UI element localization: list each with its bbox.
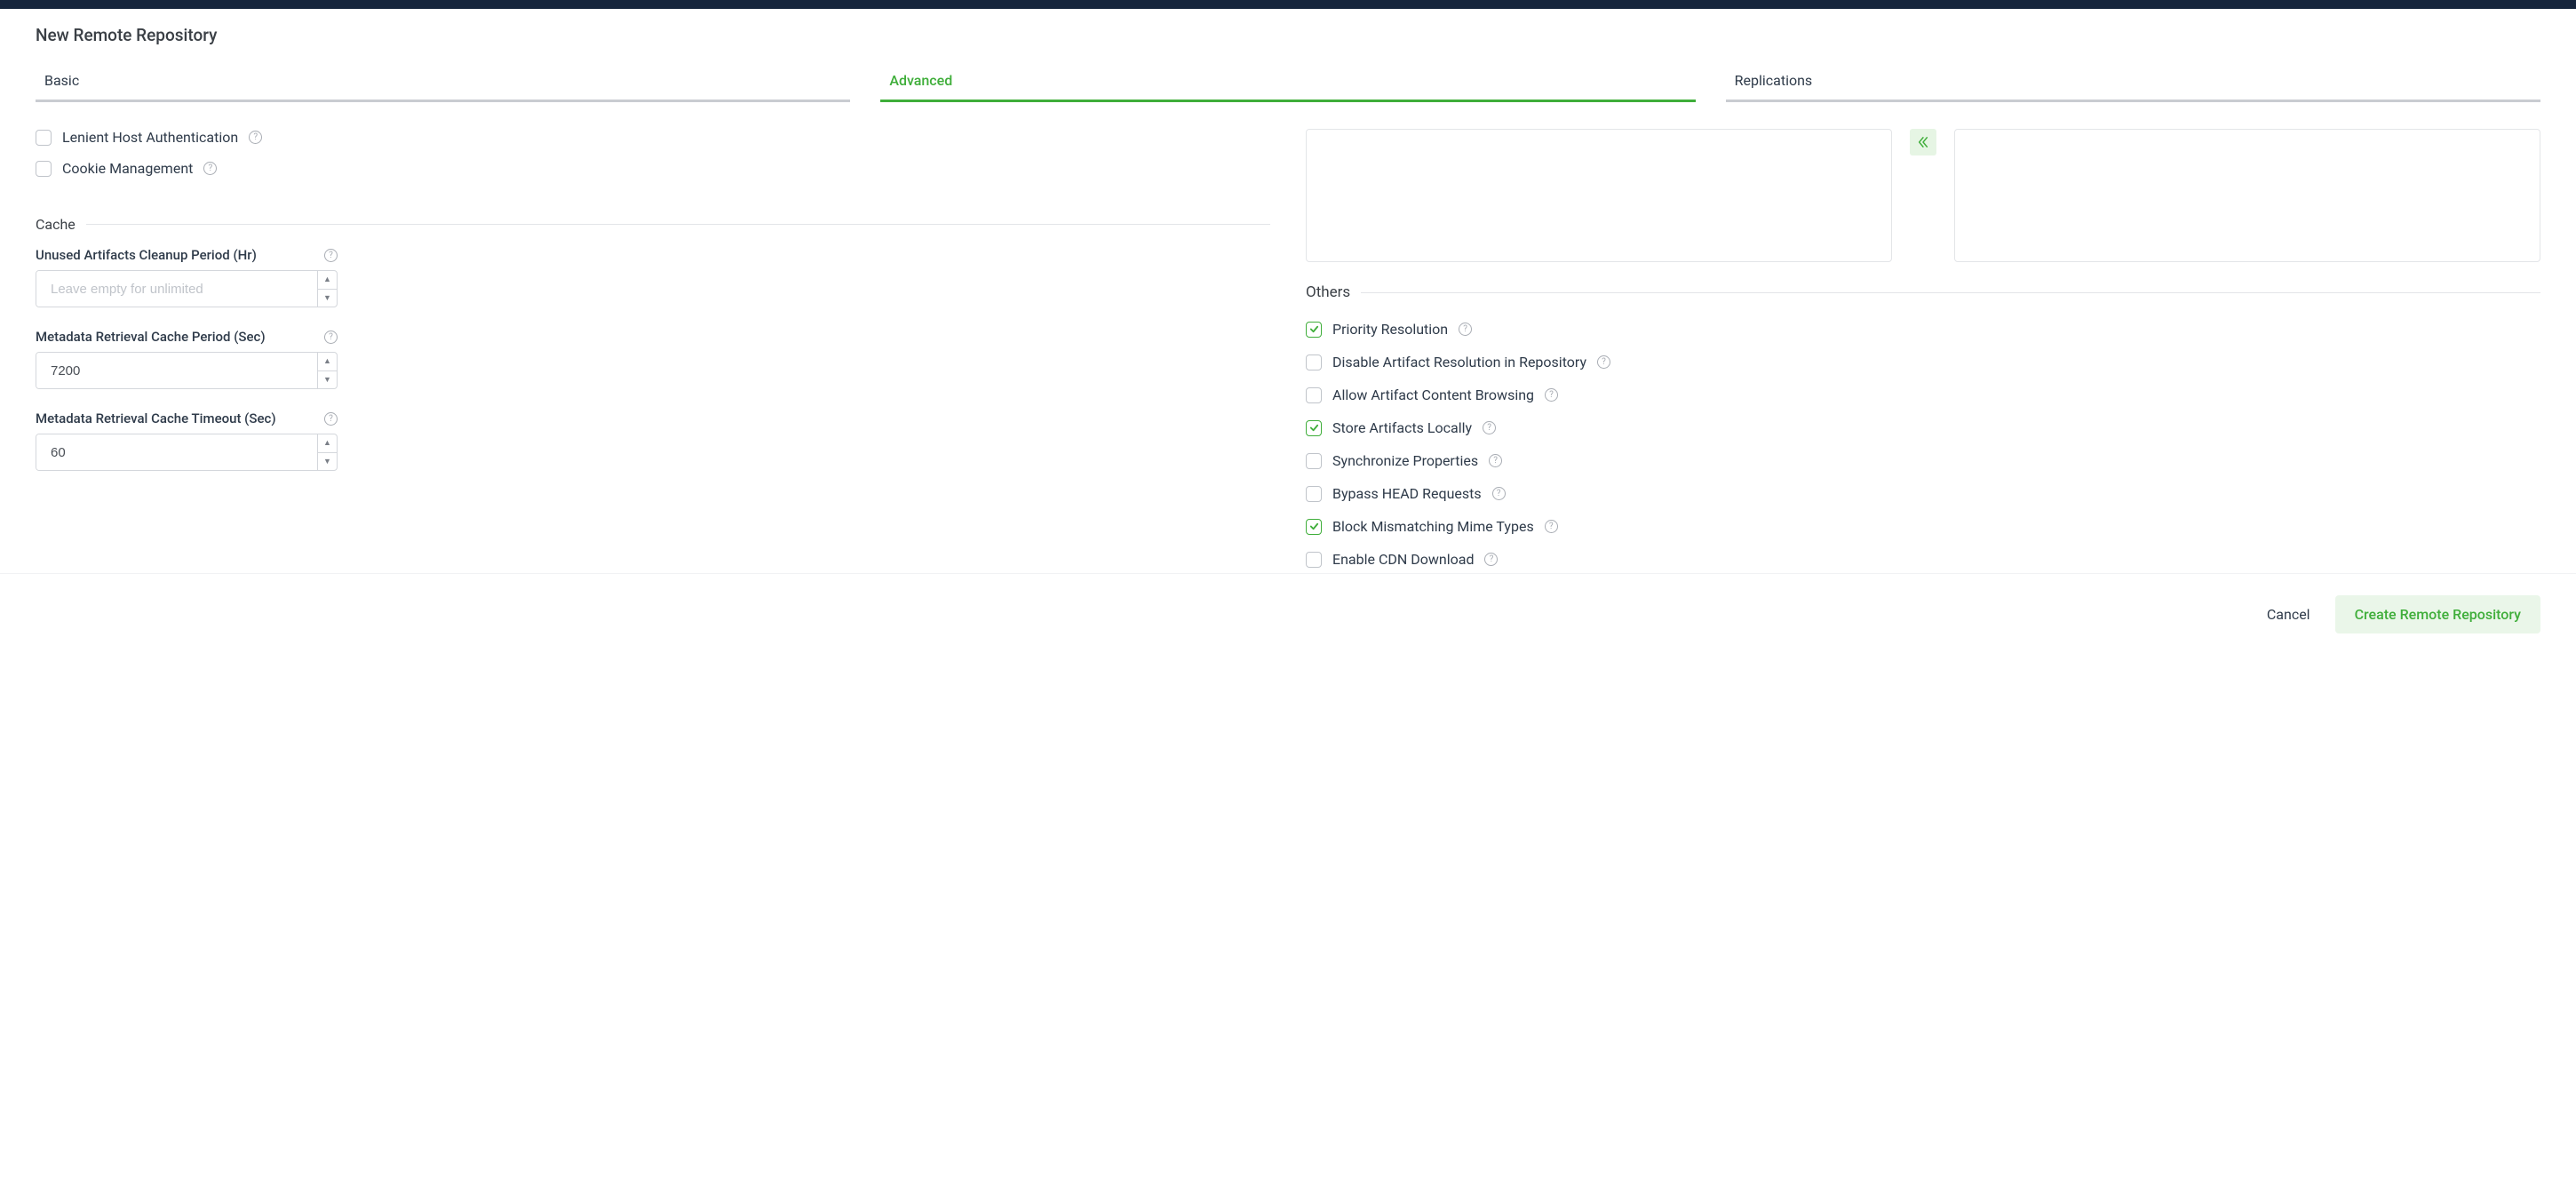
disable-resolution-checkbox[interactable] xyxy=(1306,355,1322,370)
help-icon[interactable]: ? xyxy=(1484,553,1498,566)
priority-resolution-checkbox[interactable] xyxy=(1306,322,1322,338)
help-icon[interactable]: ? xyxy=(1489,454,1502,467)
priority-resolution-label: Priority Resolution xyxy=(1332,321,1448,338)
help-icon[interactable]: ? xyxy=(1597,355,1610,369)
chevron-down-icon[interactable]: ▼ xyxy=(318,371,337,389)
cleanup-input[interactable] xyxy=(36,271,317,307)
tab-advanced[interactable]: Advanced xyxy=(880,65,1695,102)
transfer-left-button[interactable] xyxy=(1910,129,1936,155)
enable-cdn-label: Enable CDN Download xyxy=(1332,551,1474,568)
chevron-down-icon[interactable]: ▼ xyxy=(318,290,337,307)
meta-timeout-input[interactable] xyxy=(36,434,317,470)
block-mime-checkbox[interactable] xyxy=(1306,519,1322,535)
help-icon[interactable]: ? xyxy=(1483,421,1496,434)
allow-browsing-label: Allow Artifact Content Browsing xyxy=(1332,386,1534,403)
cache-section-title: Cache xyxy=(36,216,76,233)
divider xyxy=(86,224,1270,225)
page-title: New Remote Repository xyxy=(36,25,2540,45)
cleanup-label: Unused Artifacts Cleanup Period (Hr) xyxy=(36,247,257,263)
double-chevron-left-icon xyxy=(1917,136,1929,148)
chevron-up-icon[interactable]: ▲ xyxy=(318,271,337,290)
create-repository-button[interactable]: Create Remote Repository xyxy=(2335,595,2540,633)
store-local-checkbox[interactable] xyxy=(1306,420,1322,436)
meta-timeout-label: Metadata Retrieval Cache Timeout (Sec) xyxy=(36,410,276,426)
right-column: Others Priority Resolution ? Disable Art… xyxy=(1306,129,2540,573)
allow-browsing-checkbox[interactable] xyxy=(1306,387,1322,403)
cancel-button[interactable]: Cancel xyxy=(2267,606,2310,623)
available-listbox[interactable] xyxy=(1306,129,1892,262)
bypass-head-checkbox[interactable] xyxy=(1306,486,1322,502)
sync-props-checkbox[interactable] xyxy=(1306,453,1322,469)
divider xyxy=(1361,292,2540,293)
enable-cdn-checkbox[interactable] xyxy=(1306,552,1322,568)
lenient-host-label: Lenient Host Authentication xyxy=(62,129,238,146)
help-icon[interactable]: ? xyxy=(324,249,338,262)
help-icon[interactable]: ? xyxy=(249,131,262,144)
sync-props-label: Synchronize Properties xyxy=(1332,452,1478,469)
bypass-head-label: Bypass HEAD Requests xyxy=(1332,485,1482,502)
tab-replications[interactable]: Replications xyxy=(1726,65,2540,102)
chevron-up-icon[interactable]: ▲ xyxy=(318,434,337,453)
lenient-host-checkbox[interactable] xyxy=(36,130,52,146)
help-icon[interactable]: ? xyxy=(1459,323,1472,336)
cookie-mgmt-checkbox[interactable] xyxy=(36,161,52,177)
chevron-down-icon[interactable]: ▼ xyxy=(318,453,337,471)
chevron-up-icon[interactable]: ▲ xyxy=(318,353,337,371)
help-icon[interactable]: ? xyxy=(1545,388,1558,402)
cookie-mgmt-label: Cookie Management xyxy=(62,160,193,177)
tab-basic[interactable]: Basic xyxy=(36,65,850,102)
meta-period-label: Metadata Retrieval Cache Period (Sec) xyxy=(36,329,266,345)
help-icon[interactable]: ? xyxy=(324,331,338,344)
store-local-label: Store Artifacts Locally xyxy=(1332,419,1472,436)
left-column: Lenient Host Authentication ? Cookie Man… xyxy=(36,129,1270,573)
disable-resolution-label: Disable Artifact Resolution in Repositor… xyxy=(1332,354,1586,370)
help-icon[interactable]: ? xyxy=(1545,520,1558,533)
help-icon[interactable]: ? xyxy=(1492,487,1506,500)
others-section-title: Others xyxy=(1306,283,1350,301)
tabs: Basic Advanced Replications xyxy=(36,65,2540,102)
help-icon[interactable]: ? xyxy=(324,412,338,426)
top-bar xyxy=(0,0,2576,9)
meta-period-input[interactable] xyxy=(36,353,317,388)
selected-listbox[interactable] xyxy=(1954,129,2540,262)
block-mime-label: Block Mismatching Mime Types xyxy=(1332,518,1534,535)
help-icon[interactable]: ? xyxy=(203,162,217,175)
